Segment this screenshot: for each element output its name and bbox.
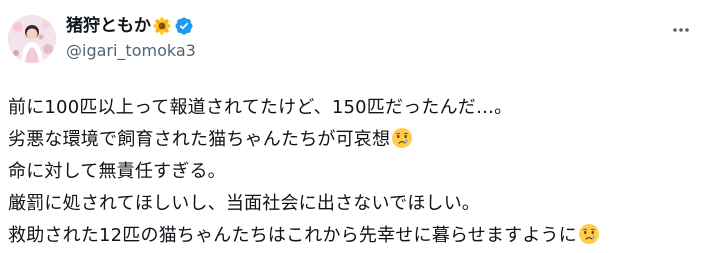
post-header: 猪狩ともか @igari_tomoka3 xyxy=(0,0,703,72)
avatar-image xyxy=(8,15,56,63)
tweet-line-text: 劣悪な環境で飼育された猫ちゃんたちが可哀想 xyxy=(8,129,391,150)
crying-face-icon xyxy=(391,127,413,149)
tweet-line: 劣悪な環境で飼育された猫ちゃんたちが可哀想 xyxy=(8,122,698,154)
tweet-line: 厳罰に処されてほしいし、当面社会に出さないでほしい。 xyxy=(8,186,698,218)
tweet-line: 救助された12匹の猫ちゃんたちはこれから先幸せに暮らせますように xyxy=(8,218,698,250)
tweet-line-text: 命に対して無責任すぎる。 xyxy=(8,161,226,182)
crying-face-icon xyxy=(578,223,600,245)
user-info: 猪狩ともか @igari_tomoka3 xyxy=(66,14,196,62)
tweet-line-text: 前に100匹以上って報道されてたけど、150匹だったんだ…。 xyxy=(8,97,513,118)
tweet-line-text: 救助された12匹の猫ちゃんたちはこれから先幸せに暮らせますように xyxy=(8,225,577,246)
more-options-button[interactable] xyxy=(669,18,693,42)
tweet-line: 命に対して無責任すぎる。 xyxy=(8,154,698,186)
more-options-icon xyxy=(673,28,689,32)
tweet-text: 前に100匹以上って報道されてたけど、150匹だったんだ…。 劣悪な環境で飼育さ… xyxy=(8,90,698,250)
user-handle[interactable]: @igari_tomoka3 xyxy=(66,40,196,62)
avatar[interactable] xyxy=(8,15,56,63)
display-name[interactable]: 猪狩ともか xyxy=(66,14,151,38)
tweet-line: 前に100匹以上って報道されてたけど、150匹だったんだ…。 xyxy=(8,90,698,122)
verified-badge-icon xyxy=(174,16,194,36)
name-row: 猪狩ともか xyxy=(66,14,196,38)
tweet-line-text: 厳罰に処されてほしいし、当面社会に出さないでほしい。 xyxy=(8,193,481,214)
sunflower-icon xyxy=(153,17,171,35)
